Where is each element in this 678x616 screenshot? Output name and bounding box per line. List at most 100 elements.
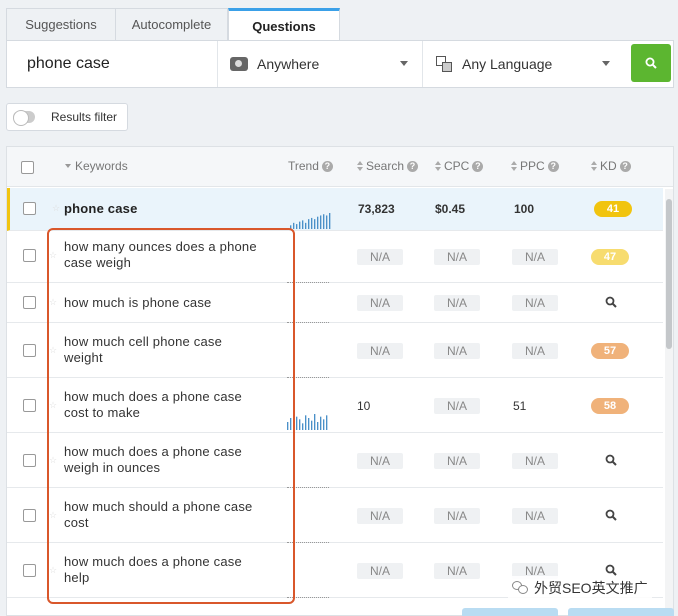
tab-autocomplete[interactable]: Autocomplete [116, 8, 228, 40]
search-icon[interactable] [605, 509, 617, 521]
search-value: 10 [357, 399, 371, 413]
sort-icon [357, 161, 363, 171]
row-checkbox[interactable] [23, 296, 36, 309]
trend-bar [323, 214, 325, 229]
trend-bar [296, 224, 298, 229]
cpc-value: N/A [434, 249, 480, 265]
col-trend: Trend? [288, 159, 333, 173]
table-row[interactable]: ☆ how many ounces does a phone case weig… [7, 231, 663, 283]
search-icon[interactable] [605, 454, 617, 466]
row-checkbox[interactable] [23, 509, 36, 522]
tab-suggestions[interactable]: Suggestions [6, 8, 116, 40]
star-icon[interactable]: ☆ [49, 298, 57, 307]
search-button[interactable] [631, 44, 671, 82]
cpc-value: N/A [434, 295, 480, 311]
trend-bar [320, 215, 322, 229]
help-icon[interactable]: ? [547, 160, 559, 172]
results-filter-toggle[interactable]: Results filter [6, 103, 128, 131]
sort-icon [591, 161, 597, 171]
search-input[interactable] [7, 41, 217, 87]
bottom-button[interactable] [568, 608, 674, 616]
table-row[interactable]: ☆ phone case 73,823 $0.45 100 41 [7, 188, 663, 231]
trend-bar [320, 416, 322, 430]
row-checkbox[interactable] [23, 202, 36, 215]
search-icon[interactable] [605, 296, 617, 308]
col-cpc[interactable]: CPC? [435, 159, 484, 173]
scrollbar-thumb[interactable] [666, 199, 672, 349]
ppc-value: 51 [513, 399, 527, 413]
row-checkbox[interactable] [23, 454, 36, 467]
divider [217, 41, 218, 87]
language-icon [436, 56, 452, 72]
table-row[interactable]: ☆ how much does a phone case cost to mak… [7, 378, 663, 433]
search-value: N/A [357, 563, 403, 579]
keyword-text[interactable]: how much does a phone case weigh in ounc… [64, 444, 264, 476]
watermark: 外贸SEO英文推广 [508, 576, 652, 600]
keyword-text[interactable]: how much does a phone case cost to make [64, 389, 264, 421]
star-icon[interactable]: ☆ [49, 566, 57, 575]
trend-bar [290, 225, 292, 229]
keyword-text[interactable]: how much is phone case [64, 295, 211, 311]
trend-empty [287, 282, 329, 283]
trend-bar [302, 220, 304, 229]
star-icon[interactable]: ☆ [49, 251, 57, 260]
tab-bar: Suggestions Autocomplete Questions [6, 8, 340, 41]
language-select[interactable]: Any Language [436, 41, 610, 87]
location-value: Anywhere [257, 56, 320, 72]
kd-badge: 57 [591, 343, 629, 359]
row-checkbox[interactable] [23, 249, 36, 262]
keyword-text[interactable]: how much should a phone case cost [64, 499, 274, 531]
search-value: N/A [357, 295, 403, 311]
table-row[interactable]: ☆ how much is phone case N/A N/A N/A [7, 283, 663, 323]
cpc-value: N/A [434, 398, 480, 414]
bottom-button[interactable] [462, 608, 558, 616]
globe-icon [230, 57, 248, 71]
row-checkbox[interactable] [23, 344, 36, 357]
trend-bar [299, 221, 301, 229]
watermark-text: 外贸SEO英文推广 [534, 580, 648, 596]
select-all-checkbox[interactable] [21, 161, 34, 174]
trend-bar [293, 424, 295, 430]
trend-empty [287, 377, 329, 378]
location-select[interactable]: Anywhere [230, 41, 408, 87]
cpc-value: N/A [434, 563, 480, 579]
trend-bar [311, 420, 313, 430]
keyword-text[interactable]: how much cell phone case weight [64, 334, 264, 366]
star-icon[interactable]: ☆ [52, 204, 60, 213]
row-checkbox[interactable] [23, 399, 36, 412]
trend-bar [308, 418, 310, 430]
help-icon[interactable]: ? [472, 160, 484, 172]
kd-badge: 58 [591, 398, 629, 414]
ppc-value: N/A [512, 508, 558, 524]
search-value: 73,823 [358, 202, 395, 216]
col-kd[interactable]: KD? [591, 159, 631, 173]
search-value: N/A [357, 453, 403, 469]
keyword-text[interactable]: how much does a phone case help [64, 554, 264, 586]
col-ppc[interactable]: PPC? [511, 159, 559, 173]
star-icon[interactable]: ☆ [49, 401, 57, 410]
keyword-text[interactable]: how many ounces does a phone case weigh [64, 239, 279, 271]
star-icon[interactable]: ☆ [49, 456, 57, 465]
table-row[interactable]: ☆ how much does a phone case weigh in ou… [7, 433, 663, 488]
tab-questions[interactable]: Questions [228, 8, 340, 41]
help-icon[interactable]: ? [619, 160, 631, 172]
star-icon[interactable]: ☆ [49, 346, 57, 355]
search-value: N/A [357, 343, 403, 359]
wechat-icon [512, 581, 528, 595]
table-header: Keywords Trend? Search? CPC? PPC? KD? [7, 147, 673, 187]
toggle-switch[interactable] [13, 110, 35, 126]
trend-bar [296, 416, 298, 430]
keyword-text[interactable]: phone case [64, 201, 138, 217]
help-icon[interactable]: ? [407, 160, 419, 172]
table-row[interactable]: ☆ how much cell phone case weight N/A N/… [7, 323, 663, 378]
trend-sparkline [287, 414, 328, 430]
search-icon[interactable] [605, 564, 617, 576]
help-icon[interactable]: ? [321, 160, 333, 172]
col-search[interactable]: Search? [357, 159, 419, 173]
table-row[interactable]: ☆ how much should a phone case cost N/A … [7, 488, 663, 543]
star-icon[interactable]: ☆ [49, 511, 57, 520]
row-checkbox[interactable] [23, 564, 36, 577]
scrollbar[interactable] [665, 189, 673, 615]
keyword-table: Keywords Trend? Search? CPC? PPC? KD? ☆ … [6, 146, 674, 616]
col-keywords[interactable]: Keywords [65, 159, 128, 173]
